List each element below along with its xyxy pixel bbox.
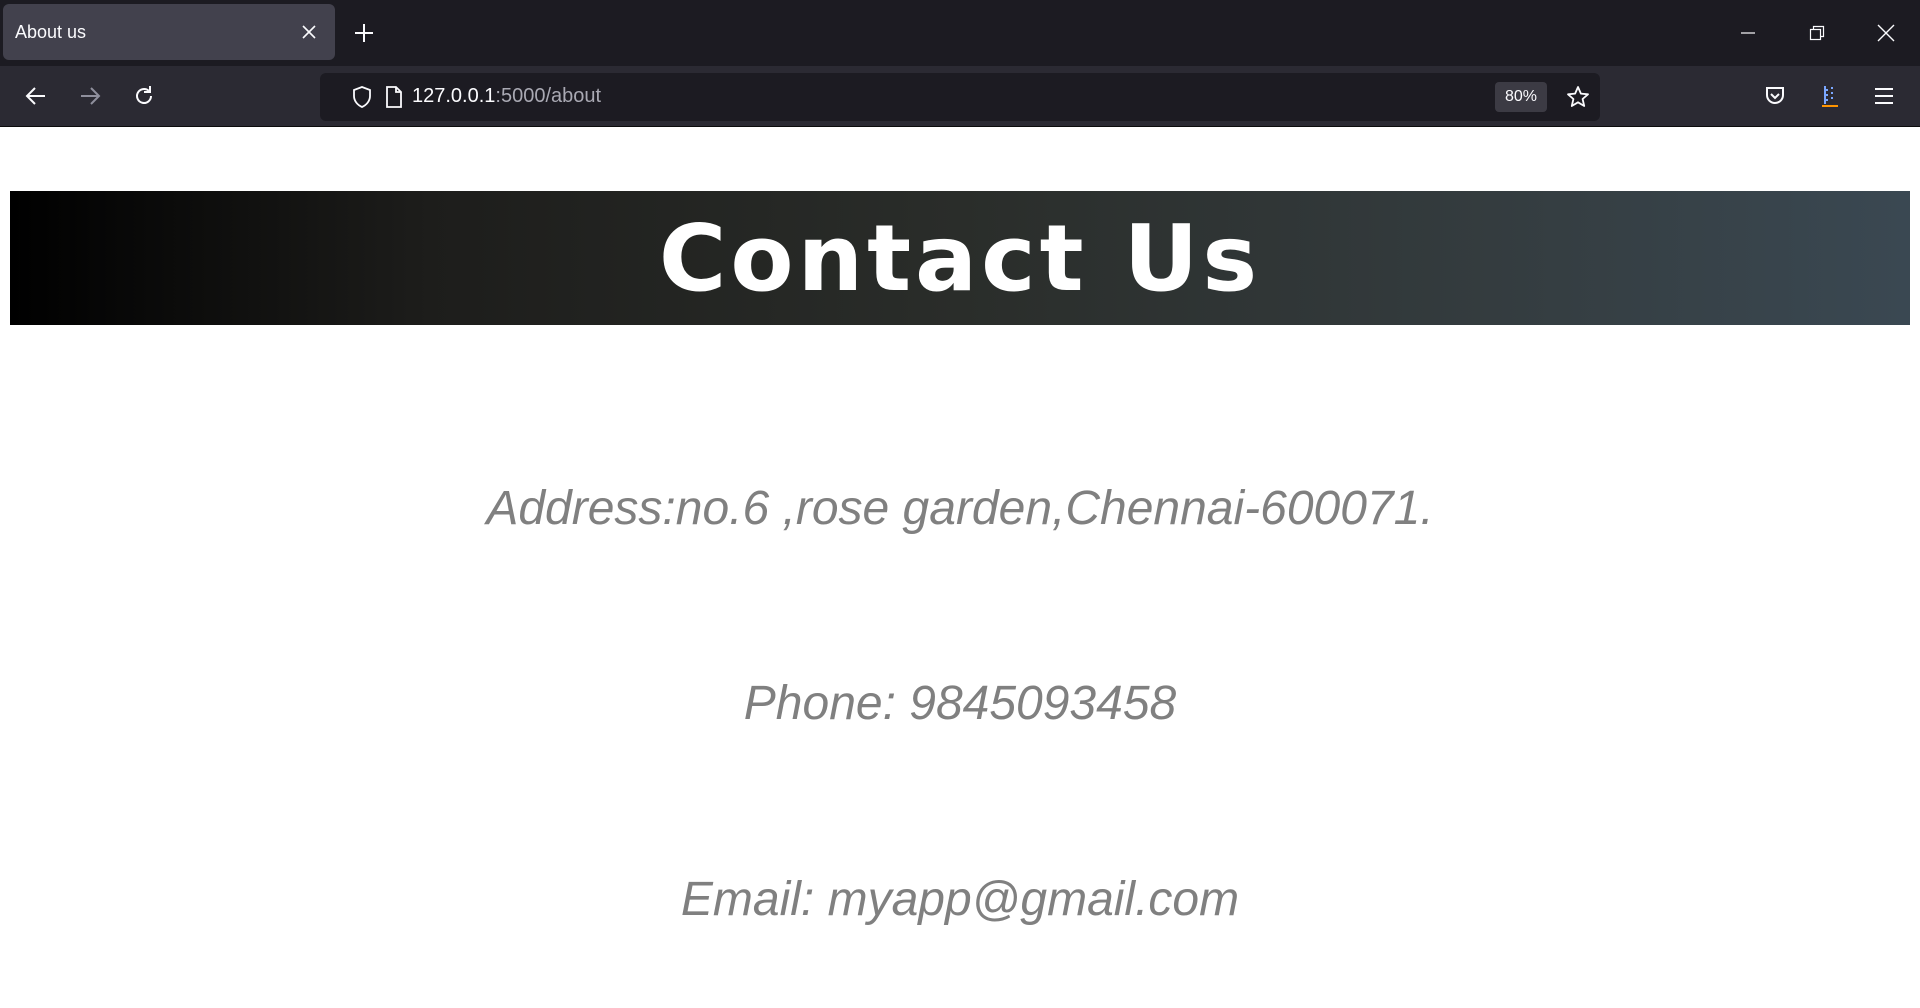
- tab-title: About us: [15, 21, 87, 42]
- star-icon[interactable]: [1558, 77, 1598, 117]
- reload-icon[interactable]: [124, 76, 164, 116]
- chrome-divider: [0, 126, 1920, 127]
- email-text: Email: myapp@gmail.com: [680, 873, 1240, 926]
- library-icon[interactable]: [1810, 76, 1850, 116]
- close-icon[interactable]: [289, 12, 329, 52]
- forward-arrow-icon[interactable]: [70, 76, 110, 116]
- restore-icon[interactable]: [1789, 10, 1845, 56]
- tab-bar: About us: [0, 0, 1920, 66]
- zoom-level-badge[interactable]: 80%: [1495, 82, 1547, 112]
- url-bar[interactable]: 127.0.0.1:5000/about 80%: [320, 73, 1600, 121]
- phone-text: Phone: 9845093458: [743, 677, 1177, 730]
- minimize-icon[interactable]: [1720, 10, 1776, 56]
- address-text: Address:no.6 ,rose garden,Chennai-600071…: [486, 482, 1434, 535]
- page-title: Contact Us: [658, 204, 1262, 312]
- menu-icon[interactable]: [1864, 76, 1904, 116]
- page-icon[interactable]: [374, 77, 414, 117]
- window-close-icon[interactable]: [1858, 10, 1914, 56]
- contact-banner: Contact Us: [10, 191, 1910, 325]
- url-host: 127.0.0.1: [412, 85, 496, 107]
- pocket-icon[interactable]: [1755, 76, 1795, 116]
- plus-icon[interactable]: [344, 13, 384, 53]
- url-text[interactable]: 127.0.0.1:5000/about: [412, 85, 601, 108]
- tab-about-us[interactable]: About us: [3, 4, 335, 60]
- back-arrow-icon[interactable]: [16, 76, 56, 116]
- url-path: :5000/about: [495, 85, 602, 107]
